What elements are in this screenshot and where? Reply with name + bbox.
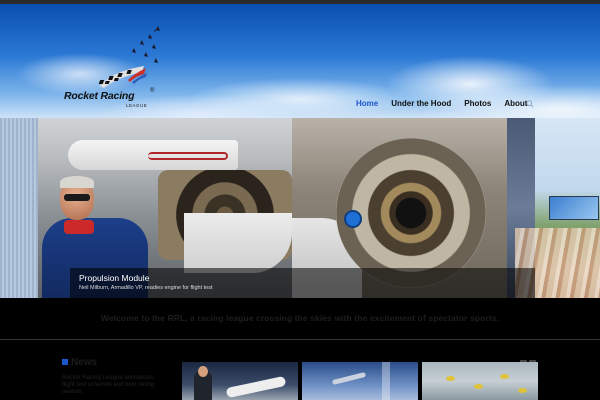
rocket-racing-logo[interactable]: Rocket Racing ® LEAGUE [62,62,162,112]
slide-caption: Propulsion Module Neil Milburn, Armadill… [70,268,535,298]
plane-stripe [148,152,228,160]
header: Rocket Racing ® LEAGUE Home Under the Ho… [0,4,600,118]
tagline-band: Welcome to the RRL, a racing league cros… [0,298,600,340]
thumbnail-2[interactable] [302,362,418,400]
logo-registered-mark: ® [150,88,155,94]
thumbnail-1[interactable] [182,362,298,400]
search-icon[interactable] [526,100,534,108]
nav-about[interactable]: About [504,99,527,108]
caption-subtitle: Neil Milburn, Armadillo VP, readies engi… [79,285,213,291]
blue-cap [344,210,362,228]
tagline: Welcome to the RRL, a racing league cros… [100,313,500,323]
lower-section: News Rocket Racing League announces flig… [0,341,600,400]
news-bullet-icon [62,359,68,366]
thumbnail-3[interactable] [422,362,538,400]
logo-text: Rocket Racing [64,90,135,102]
checkered-flag-icon [98,66,147,88]
main-nav: Home Under the Hood Photos About [356,99,540,108]
news-heading-text: News [71,357,98,368]
engine-bay [184,213,292,273]
caption-title: Propulsion Module [79,273,150,283]
nav-home[interactable]: Home [356,99,378,108]
image-slider[interactable]: Propulsion Module Neil Milburn, Armadill… [0,118,600,298]
prev-slide-preview[interactable] [0,118,38,298]
logo-subtext: LEAGUE [126,103,148,108]
nav-photos[interactable]: Photos [464,99,491,108]
news-heading: News [62,357,97,368]
carousel-pager[interactable] [520,351,538,364]
news-text: Rocket Racing League announces flight te… [62,375,155,395]
nav-under-the-hood[interactable]: Under the Hood [391,99,451,108]
